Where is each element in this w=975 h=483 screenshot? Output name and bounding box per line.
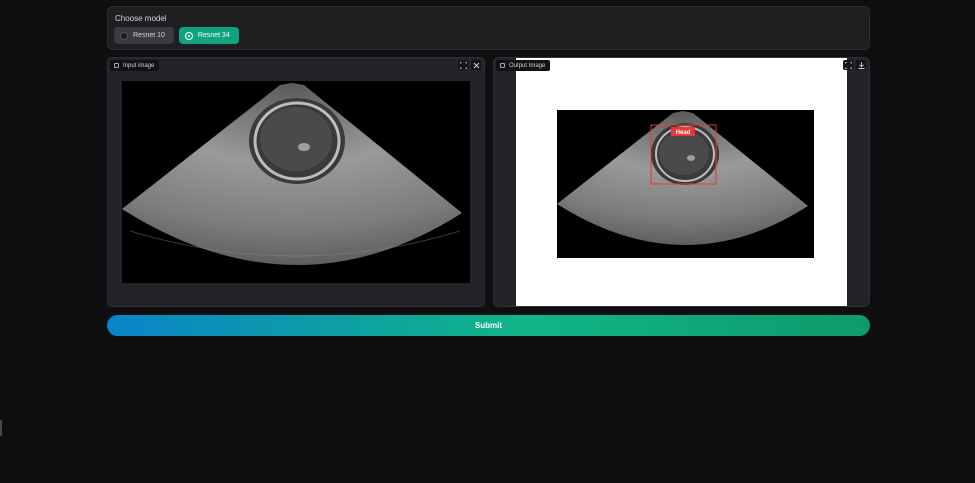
fullscreen-button[interactable] — [843, 60, 853, 70]
radio-unchecked-icon[interactable] — [120, 31, 128, 40]
download-icon — [858, 61, 864, 69]
ultrasound-input-image — [122, 81, 470, 283]
submit-button[interactable]: Submit — [107, 315, 870, 336]
output-image-panel: Head Output Image — [493, 57, 870, 307]
image-icon — [500, 63, 505, 68]
input-image-panel[interactable]: Input image — [107, 57, 485, 307]
image-icon — [114, 63, 119, 68]
radio-label: Resnet 34 — [197, 32, 230, 39]
output-image-label: Output Image — [509, 62, 546, 69]
fullscreen-icon — [459, 61, 467, 69]
detection-label: Head — [676, 130, 691, 136]
output-image-canvas: Head — [516, 58, 847, 306]
output-image-label-tag: Output Image — [496, 60, 551, 71]
model-radio-group: Resnet 10 Resnet 34 — [114, 27, 239, 44]
download-button[interactable] — [856, 60, 866, 70]
output-panel-actions — [843, 60, 866, 70]
clear-image-button[interactable] — [471, 60, 481, 70]
close-icon — [473, 62, 479, 68]
model-selector-panel: Choose model Resnet 10 Resnet 34 — [107, 6, 870, 50]
input-panel-actions — [458, 60, 481, 70]
radio-checked-icon[interactable] — [184, 31, 193, 40]
window-edge-marker — [0, 420, 2, 436]
input-image-label-tag: Input image — [110, 60, 160, 71]
ultrasound-output-image: Head — [557, 110, 814, 258]
fullscreen-button[interactable] — [458, 60, 468, 70]
fullscreen-icon — [844, 61, 852, 69]
radio-label: Resnet 10 — [133, 32, 165, 39]
model-selector-label: Choose model — [115, 14, 167, 23]
radio-resnet-34[interactable]: Resnet 34 — [178, 27, 239, 44]
input-image-label: Input image — [123, 62, 155, 69]
radio-resnet-10[interactable]: Resnet 10 — [114, 27, 174, 44]
